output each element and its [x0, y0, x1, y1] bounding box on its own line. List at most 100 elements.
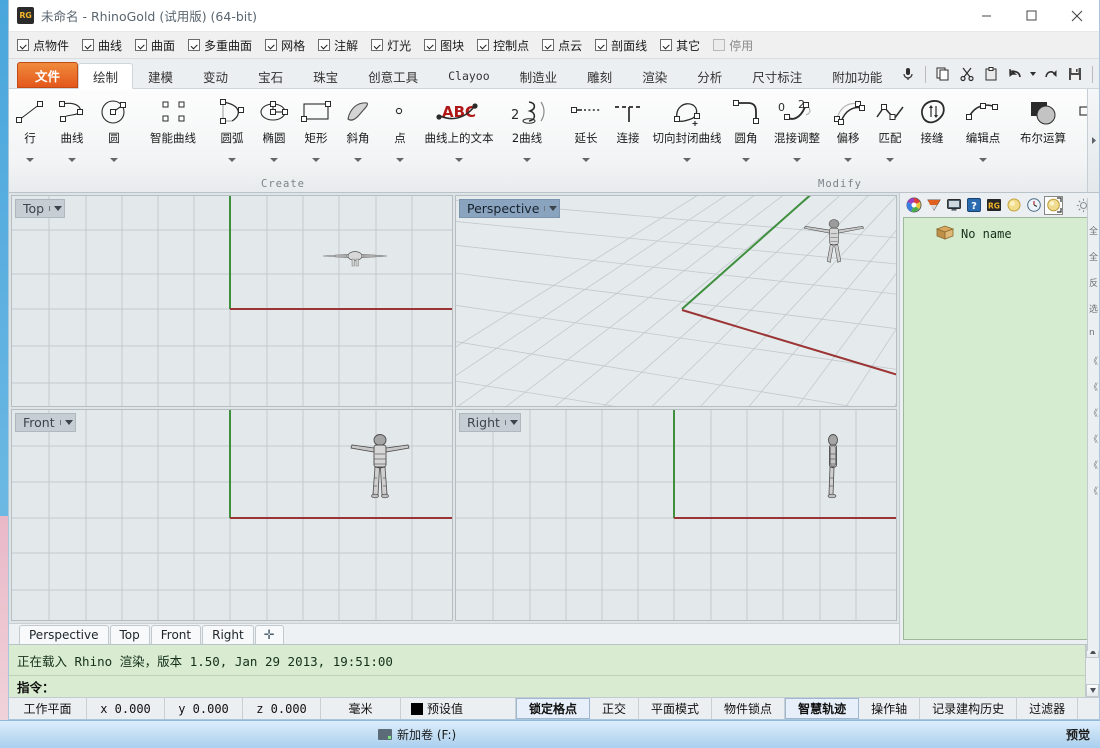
viewport-tab-Perspective[interactable]: Perspective [19, 625, 109, 644]
dock-strip-item[interactable]: 反 [1088, 276, 1099, 302]
dock-strip-item[interactable]: 《 [1088, 406, 1099, 432]
filter-checkbox-12[interactable]: 停用 [713, 37, 753, 54]
help-panel-icon[interactable]: ? [964, 196, 983, 215]
maximize-button[interactable] [1009, 0, 1054, 31]
layer-row[interactable]: No name [909, 224, 1090, 243]
checkbox-box[interactable] [424, 39, 437, 51]
layers-tree[interactable]: No name [903, 217, 1096, 640]
minimize-button[interactable] [964, 0, 1009, 31]
command-scrollbar[interactable] [1085, 645, 1099, 697]
light-icon[interactable] [1004, 196, 1023, 215]
status-toggle-记录建构历史[interactable]: 记录建构历史 [920, 698, 1018, 719]
status-toggle-过滤器[interactable]: 过滤器 [1017, 698, 1079, 719]
ribbon-button-曲线[interactable]: 曲线 [51, 95, 93, 162]
chevron-down-icon[interactable] [544, 206, 558, 211]
ribbon-button-矩形[interactable]: 矩形 [295, 95, 337, 162]
chevron-down-icon[interactable] [455, 158, 463, 162]
viewport-label-perspective[interactable]: Perspective [459, 199, 561, 218]
microphone-icon[interactable] [897, 63, 919, 85]
tab-file[interactable]: 文件 [17, 62, 79, 88]
undo-dropdown-icon[interactable] [1028, 63, 1038, 85]
chevron-down-icon[interactable] [504, 420, 518, 425]
checkbox-box[interactable] [82, 39, 95, 51]
ribbon-scroll-right-button[interactable] [1087, 89, 1099, 192]
tab-绘制[interactable]: 绘制 [78, 63, 134, 89]
ribbon-button-曲线上的文本[interactable]: ABC 曲线上的文本 [421, 95, 497, 162]
checkbox-box[interactable] [477, 39, 490, 51]
close-button[interactable] [1054, 0, 1099, 31]
dock-strip-item[interactable]: 全 [1088, 250, 1099, 276]
chevron-down-icon[interactable] [582, 158, 590, 162]
filter-checkbox-9[interactable]: 点云 [542, 37, 582, 54]
tab-尺寸标注[interactable]: 尺寸标注 [737, 63, 817, 88]
ribbon-button-圆弧[interactable]: 圆弧 [211, 95, 253, 162]
viewport-front[interactable]: Front [11, 409, 453, 621]
status-toggle-锁定格点[interactable]: 锁定格点 [516, 698, 591, 719]
filter-checkbox-6[interactable]: 灯光 [371, 37, 411, 54]
tab-渲染[interactable]: 渲染 [627, 63, 682, 88]
status-toggle-物件锁点[interactable]: 物件锁点 [712, 698, 786, 719]
checkbox-box[interactable] [542, 39, 555, 51]
ribbon-button-延长[interactable]: 延长 [565, 95, 607, 162]
ribbon-button-偏移[interactable]: 偏移 [827, 95, 869, 162]
tab-分析[interactable]: 分析 [682, 63, 737, 88]
viewport-tab-Front[interactable]: Front [150, 625, 202, 644]
checkbox-box[interactable] [595, 39, 608, 51]
checkbox-box[interactable] [135, 39, 148, 51]
display-icon[interactable] [944, 196, 963, 215]
ribbon-button-斜角[interactable]: 斜角 [337, 95, 379, 162]
chevron-down-icon[interactable] [312, 158, 320, 162]
chevron-down-icon[interactable] [270, 158, 278, 162]
filter-checkbox-8[interactable]: 控制点 [477, 37, 529, 54]
checkbox-box[interactable] [713, 39, 726, 51]
filter-checkbox-3[interactable]: 多重曲面 [188, 37, 252, 54]
dock-strip-item[interactable]: 《 [1088, 354, 1099, 380]
checkbox-box[interactable] [17, 39, 29, 51]
checkbox-box[interactable] [318, 39, 331, 51]
checkbox-box[interactable] [660, 39, 673, 51]
filter-checkbox-10[interactable]: 剖面线 [595, 37, 647, 54]
scroll-down-button[interactable] [1086, 684, 1099, 697]
chevron-down-icon[interactable] [59, 420, 73, 425]
viewport-tab-Right[interactable]: Right [202, 625, 254, 644]
ribbon-button-切向封闭曲线[interactable]: 切向封闭曲线 [649, 95, 725, 162]
ribbon-button-混接调整[interactable]: 0 2 混接调整 [767, 95, 827, 162]
chevron-down-icon[interactable] [886, 158, 894, 162]
chevron-down-icon[interactable] [49, 206, 63, 211]
dock-strip-item[interactable]: 《 [1088, 380, 1099, 406]
dock-strip-item[interactable]: 全 [1088, 224, 1099, 250]
ribbon-button-智能曲线[interactable]: 智能曲线 [135, 95, 211, 162]
tab-附加功能[interactable]: 附加功能 [817, 63, 897, 88]
dock-strip-item[interactable]: n [1088, 328, 1099, 354]
chevron-down-icon[interactable] [742, 158, 750, 162]
ribbon-button-点[interactable]: 点 [379, 95, 421, 162]
chevron-down-icon[interactable] [228, 158, 236, 162]
viewport-label-front[interactable]: Front [15, 413, 76, 432]
tab-宝石[interactable]: 宝石 [243, 63, 298, 88]
dock-strip-item[interactable]: 《 [1088, 458, 1099, 484]
material-icon[interactable] [924, 196, 943, 215]
chevron-down-icon[interactable] [68, 158, 76, 162]
checkbox-box[interactable] [188, 39, 201, 51]
ribbon-button-连接[interactable]: 连接 [607, 95, 649, 162]
ribbon-button-接缝[interactable]: 接缝 [911, 95, 953, 162]
ribbon-button-行[interactable]: 行 [9, 95, 51, 162]
chevron-down-icon[interactable] [683, 158, 691, 162]
ribbon-button-椭圆[interactable]: 椭圆 [253, 95, 295, 162]
checkbox-box[interactable] [265, 39, 278, 51]
tab-变动[interactable]: 变动 [188, 63, 243, 88]
viewport-perspective[interactable]: Perspective [455, 195, 897, 407]
checkbox-box[interactable] [371, 39, 384, 51]
add-viewport-tab-icon[interactable]: ✛ [254, 625, 284, 644]
ribbon-button-布尔运算[interactable]: 布尔运算 [1013, 95, 1073, 162]
cut-icon[interactable] [956, 63, 978, 85]
filter-checkbox-4[interactable]: 网格 [265, 37, 305, 54]
chevron-down-icon[interactable] [523, 158, 531, 162]
color-wheel-icon[interactable] [904, 196, 923, 215]
current-layer[interactable]: 预设值 [401, 698, 516, 719]
ribbon-button-圆[interactable]: 圆 [93, 95, 135, 162]
ribbon-button-匹配[interactable]: 匹配 [869, 95, 911, 162]
save-icon[interactable] [1064, 63, 1086, 85]
tab-创意工具[interactable]: 创意工具 [353, 63, 433, 88]
viewport-right[interactable]: Right [455, 409, 897, 621]
